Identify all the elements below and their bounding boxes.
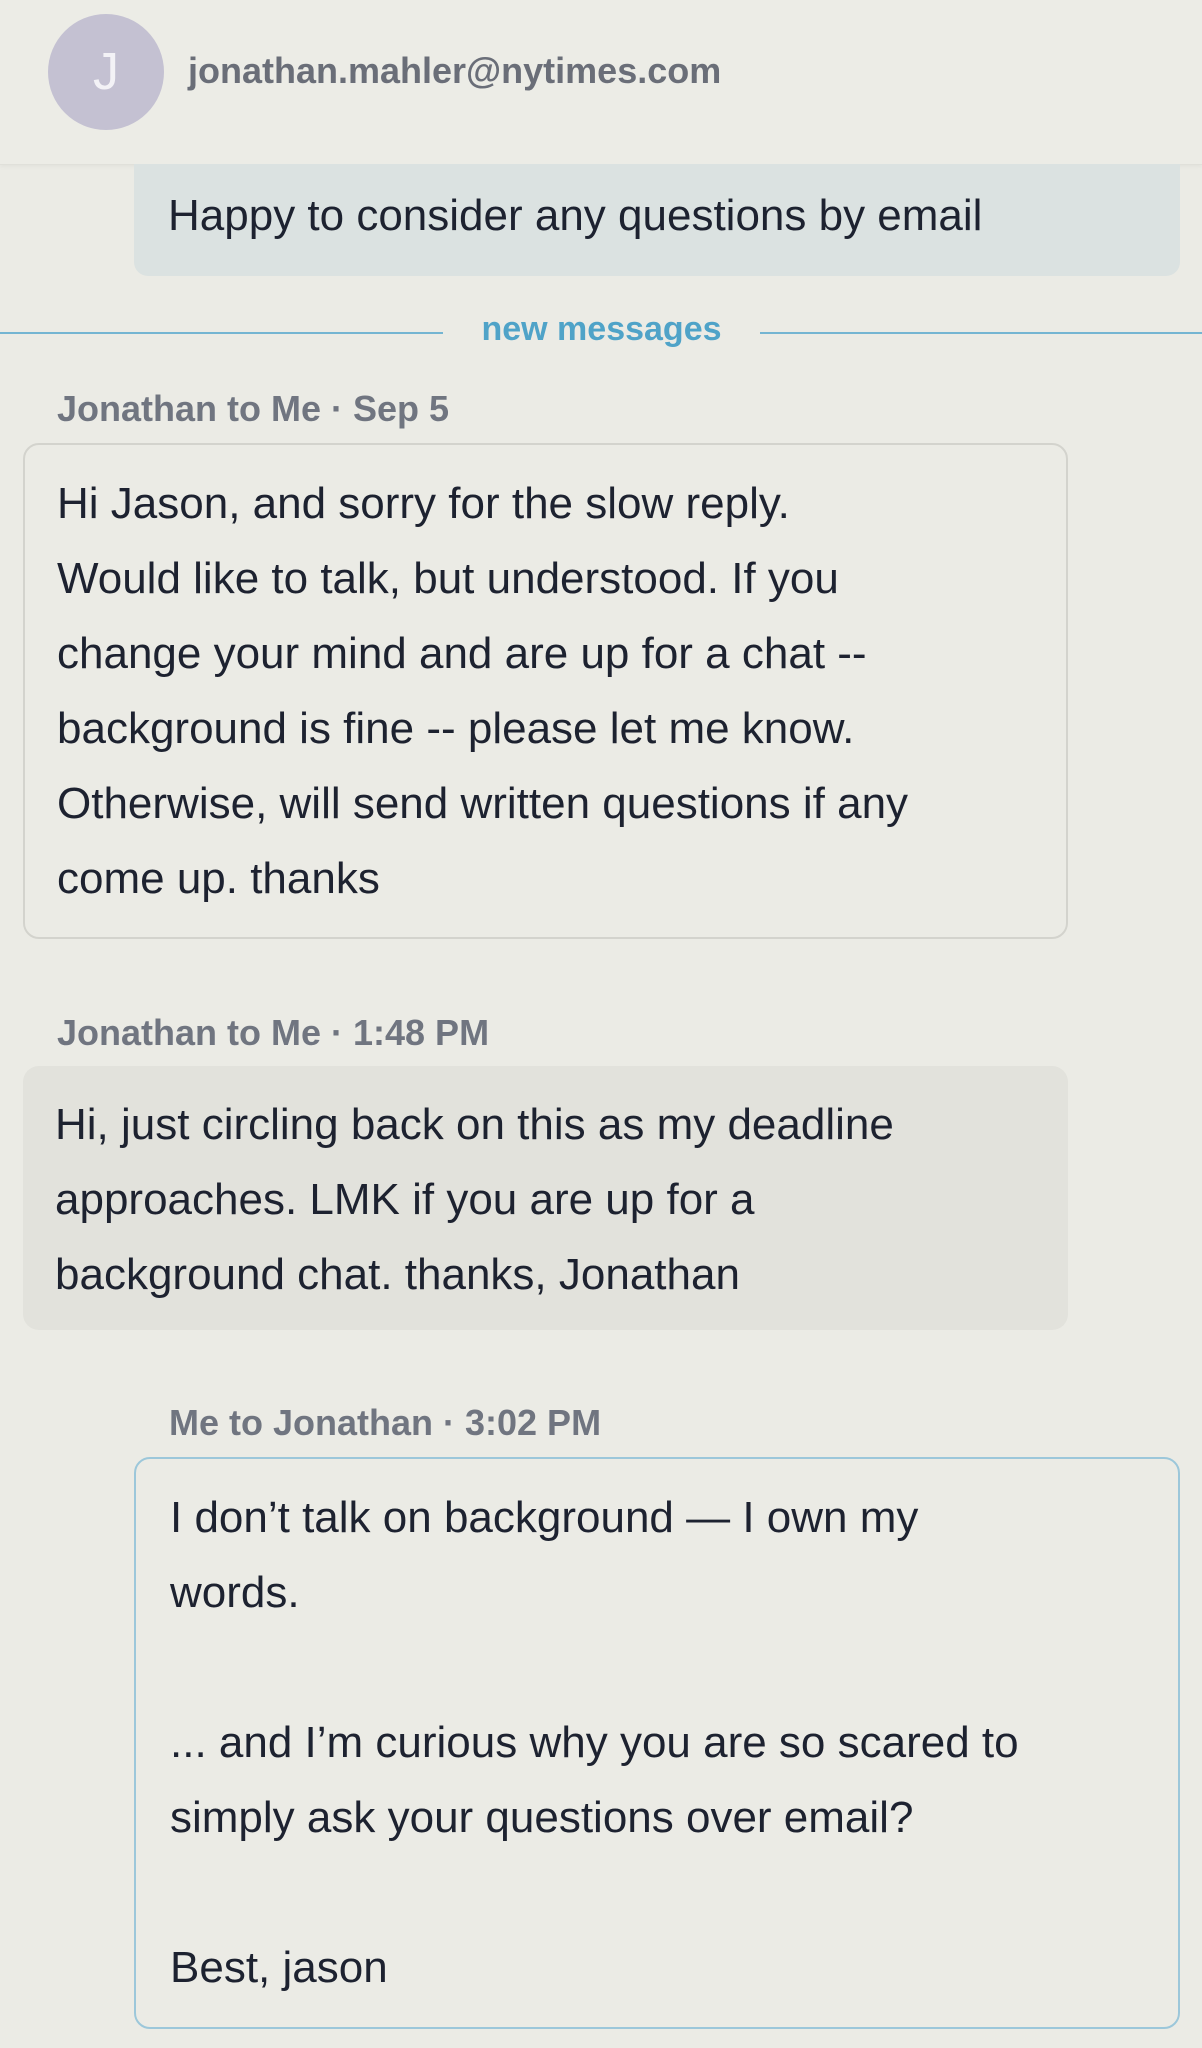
message-meta: Jonathan to Me · 1:48 PM <box>57 1012 490 1053</box>
message-text: Hi Jason, and sorry for the slow reply. … <box>57 479 909 903</box>
message-meta: Jonathan to Me · Sep 5 <box>57 388 450 429</box>
received-message-bubble[interactable]: Hi, just circling back on this as my dea… <box>23 1066 1068 1330</box>
message-text: I don’t talk on background — I own my wo… <box>170 1493 1019 1992</box>
message-meta: Me to Jonathan · 3:02 PM <box>169 1402 602 1443</box>
new-messages-divider: new messages <box>481 310 722 348</box>
conversation-header: J jonathan.mahler@nytimes.com <box>0 0 1202 165</box>
message-text: Happy to consider any questions by email <box>168 191 983 240</box>
previous-message-bubble[interactable]: Happy to consider any questions by email <box>134 164 1180 276</box>
divider-line-left <box>0 332 443 334</box>
divider-line-right <box>760 332 1202 334</box>
sent-message-bubble[interactable]: I don’t talk on background — I own my wo… <box>134 1457 1180 2029</box>
contact-email[interactable]: jonathan.mahler@nytimes.com <box>188 50 721 92</box>
message-text: Hi, just circling back on this as my dea… <box>55 1100 894 1299</box>
avatar[interactable]: J <box>48 14 164 130</box>
received-message-bubble[interactable]: Hi Jason, and sorry for the slow reply. … <box>23 443 1068 939</box>
